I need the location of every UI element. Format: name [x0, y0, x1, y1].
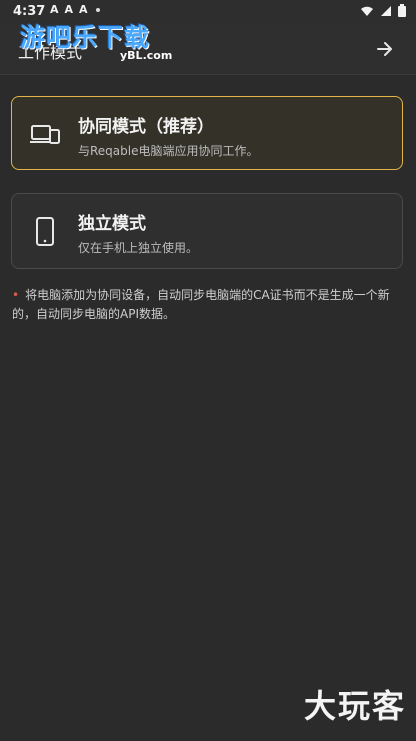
more-notifications-dot-icon: [95, 7, 100, 12]
notification-icon-2: A: [64, 3, 74, 16]
mode-title: 协同模式（推荐）: [78, 117, 214, 137]
battery-icon: [398, 4, 406, 17]
notification-icon-3: A: [79, 3, 88, 16]
wifi-icon: [361, 6, 373, 16]
signal-icon: [381, 5, 391, 16]
arrow-right-icon: [377, 42, 392, 56]
bullet-icon: •: [12, 288, 20, 302]
corner-watermark: 大玩客: [303, 687, 406, 725]
page-title: 工作模式: [18, 43, 83, 62]
mode-option-standalone[interactable]: 独立模式 仅在手机上独立使用。: [11, 193, 403, 269]
info-note: • 将电脑添加为协同设备，自动同步电脑端的CA证书而不是生成一个新的，自动同步电脑…: [12, 286, 404, 324]
mode-title: 独立模式: [78, 214, 146, 234]
app-bar: 工作模式: [0, 24, 416, 75]
phone-icon: [36, 217, 54, 246]
status-bar: 4:37 A A A: [0, 0, 416, 24]
devices-icon: [30, 125, 60, 144]
mode-description: 与Reqable电脑端应用协同工作。: [78, 144, 259, 158]
next-button[interactable]: [372, 36, 398, 62]
notification-icon-1: A: [50, 3, 59, 16]
mode-option-collaborative[interactable]: 协同模式（推荐） 与Reqable电脑端应用协同工作。: [11, 96, 403, 170]
system-status-icons: [360, 4, 406, 17]
notification-icons: A A A: [50, 3, 100, 16]
mode-description: 仅在手机上独立使用。: [78, 241, 199, 255]
status-time: 4:37: [13, 4, 46, 19]
note-text: 将电脑添加为协同设备，自动同步电脑端的CA证书而不是生成一个新的，自动同步电脑的…: [12, 288, 390, 321]
